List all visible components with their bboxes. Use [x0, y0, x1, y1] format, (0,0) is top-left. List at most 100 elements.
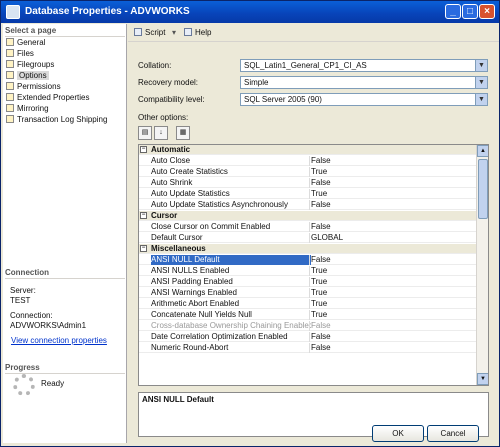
cancel-button[interactable]: Cancel	[427, 425, 479, 442]
page-icon	[6, 115, 14, 123]
alphabetical-icon[interactable]: ↓	[154, 126, 168, 140]
grid-row[interactable]: Cross-database Ownership Chaining Enable…	[139, 321, 477, 331]
column-divider	[309, 321, 310, 331]
column-divider	[309, 178, 310, 188]
categorized-icon[interactable]: ▤	[138, 126, 152, 140]
nav-item-options[interactable]: Options	[6, 71, 49, 81]
left-pane: Select a page General Files Filegroups O…	[3, 24, 127, 443]
script-button[interactable]: Script	[134, 28, 165, 37]
close-button[interactable]: ×	[479, 4, 495, 19]
property-value[interactable]: False	[311, 178, 331, 188]
collation-select[interactable]: SQL_Latin1_General_CP1_CI_AS ▼	[240, 59, 488, 72]
scroll-thumb[interactable]	[478, 159, 488, 219]
grid-row[interactable]: Numeric Round-Abort False	[139, 343, 477, 353]
grid-row[interactable]: Date Correlation Optimization Enabled Fal…	[139, 332, 477, 342]
property-value[interactable]: True	[311, 288, 327, 298]
property-value[interactable]: True	[311, 277, 327, 287]
grid-row[interactable]: ANSI NULL Default False	[139, 255, 477, 265]
grid-category[interactable]: − Automatic	[139, 145, 477, 155]
property-value[interactable]: False	[311, 222, 331, 232]
page-icon	[6, 60, 14, 68]
column-divider	[309, 200, 310, 210]
property-value[interactable]: False	[311, 332, 331, 342]
chevron-down-icon: ▼	[475, 60, 487, 71]
title-bar[interactable]: Database Properties - ADVWORKS _ □ ×	[1, 1, 499, 23]
column-divider	[309, 332, 310, 342]
nav-item-permissions[interactable]: Permissions	[6, 82, 61, 92]
property-name: ANSI Padding Enabled	[151, 277, 233, 286]
window-title: Database Properties - ADVWORKS	[25, 6, 190, 17]
grid-row[interactable]: Auto Update Statistics Asynchronously Fal…	[139, 200, 477, 210]
compatibility-level-select[interactable]: SQL Server 2005 (90) ▼	[240, 93, 488, 106]
grid-row[interactable]: Concatenate Null Yields Null True	[139, 310, 477, 320]
server-value: TEST	[10, 296, 31, 305]
options-property-grid: − Automatic Auto Close False Auto Create Sta…	[138, 144, 489, 386]
column-divider	[309, 167, 310, 177]
collapse-icon[interactable]: −	[140, 212, 147, 219]
property-value[interactable]: True	[311, 189, 327, 199]
property-value[interactable]: True	[311, 299, 327, 309]
view-connection-properties-link[interactable]: View connection properties	[11, 336, 107, 345]
property-name: Miscellaneous	[151, 244, 206, 253]
grid-row[interactable]: ANSI Warnings Enabled True	[139, 288, 477, 298]
property-value[interactable]: True	[311, 167, 327, 177]
collation-label: Collation:	[138, 61, 172, 70]
grid-row[interactable]: Auto Close False	[139, 156, 477, 166]
nav-item-extended-properties[interactable]: Extended Properties	[6, 93, 90, 103]
help-button[interactable]: Help	[184, 28, 211, 37]
property-name: Cursor	[151, 211, 178, 220]
scroll-up-icon[interactable]: ▲	[477, 145, 488, 157]
column-divider	[309, 222, 310, 232]
minimize-button[interactable]: _	[445, 4, 461, 19]
property-name: ANSI NULL Default	[151, 255, 311, 265]
recovery-model-select[interactable]: Simple ▼	[240, 76, 488, 89]
grid-category[interactable]: − Miscellaneous	[139, 244, 477, 254]
grid-row[interactable]: ANSI Padding Enabled True	[139, 277, 477, 287]
page-icon	[6, 93, 14, 101]
chevron-down-icon: ▼	[475, 94, 487, 105]
grid-row[interactable]: Default Cursor GLOBAL	[139, 233, 477, 243]
property-value[interactable]: False	[311, 156, 331, 166]
nav-item-files[interactable]: Files	[6, 49, 34, 59]
column-divider	[309, 189, 310, 199]
chevron-down-icon: ▼	[475, 77, 487, 88]
column-divider	[309, 288, 310, 298]
nav-item-general[interactable]: General	[6, 38, 45, 48]
grid-row[interactable]: Auto Shrink False	[139, 178, 477, 188]
property-pages-icon[interactable]: ▦	[176, 126, 190, 140]
property-value[interactable]: False	[311, 200, 331, 210]
property-name: Automatic	[151, 145, 191, 154]
nav-item-mirroring[interactable]: Mirroring	[6, 104, 49, 114]
column-divider	[309, 310, 310, 320]
maximize-button[interactable]: □	[462, 4, 478, 19]
grid-category[interactable]: − Cursor	[139, 211, 477, 221]
grid-row[interactable]: ANSI NULLS Enabled True	[139, 266, 477, 276]
property-name: Close Cursor on Commit Enabled	[151, 222, 271, 231]
nav-item-filegroups[interactable]: Filegroups	[6, 60, 54, 70]
script-icon	[134, 28, 142, 36]
column-divider	[309, 343, 310, 353]
scroll-down-icon[interactable]: ▼	[477, 373, 488, 385]
grid-row[interactable]: Arithmetic Abort Enabled True	[139, 299, 477, 309]
grid-scrollbar[interactable]: ▲ ▼	[476, 145, 488, 385]
nav-item-log-shipping[interactable]: Transaction Log Shipping	[6, 115, 107, 125]
property-value[interactable]: GLOBAL	[311, 233, 343, 243]
property-value[interactable]: True	[311, 310, 327, 320]
property-value[interactable]: False	[311, 343, 331, 353]
ok-button[interactable]: OK	[372, 425, 424, 442]
grid-row[interactable]: Auto Create Statistics True	[139, 167, 477, 177]
column-divider	[309, 255, 310, 265]
database-properties-window: Database Properties - ADVWORKS _ □ × Sel…	[0, 0, 500, 447]
property-value[interactable]: True	[311, 266, 327, 276]
property-name: Arithmetic Abort Enabled	[151, 299, 240, 308]
collapse-icon[interactable]: −	[140, 146, 147, 153]
collapse-icon[interactable]: −	[140, 245, 147, 252]
script-dropdown-icon[interactable]: ▾	[172, 28, 176, 37]
property-value[interactable]: False	[311, 255, 331, 265]
property-name: Numeric Round-Abort	[151, 343, 229, 352]
property-value[interactable]: False	[311, 321, 331, 331]
property-name: Auto Close	[151, 156, 191, 165]
grid-row[interactable]: Auto Update Statistics True	[139, 189, 477, 199]
grid-row[interactable]: Close Cursor on Commit Enabled False	[139, 222, 477, 232]
toolbar: Script ▾ Help	[128, 24, 499, 42]
